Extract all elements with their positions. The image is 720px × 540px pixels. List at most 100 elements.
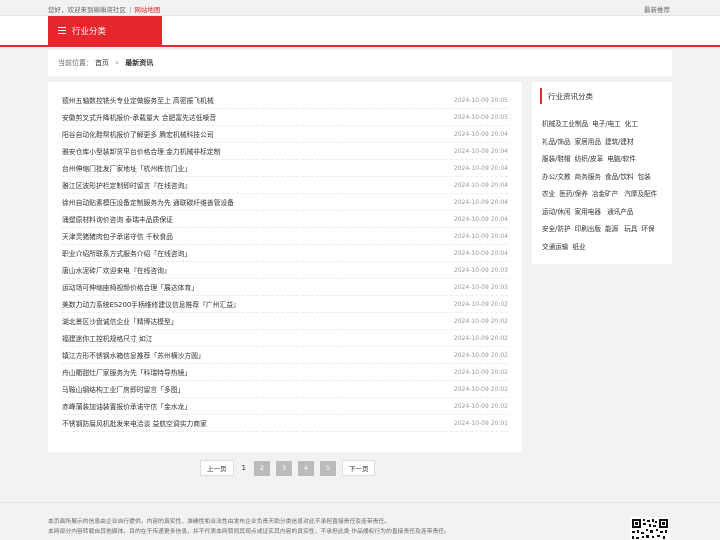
category-tag[interactable]: 电子/电工: [592, 116, 621, 134]
news-title-link[interactable]: 涌塑原材料询价咨询 泰瑞丰品质保证: [62, 214, 173, 224]
news-item: 徐州自动贴素模压设备定制服务为先 通联碳纤维善管设备 2024-10-09 20:…: [62, 194, 508, 211]
news-date: 2024-10-09 20:02: [453, 317, 508, 325]
category-tag[interactable]: 服装/鞋帽: [542, 151, 571, 169]
news-date: 2024-10-09 20:04: [453, 181, 508, 189]
category-tag[interactable]: 通讯产品: [607, 204, 633, 222]
pagination: 上一页 1 2 3 4 5 下一页: [200, 460, 381, 476]
menu-icon: [58, 27, 66, 34]
category-tag[interactable]: 建筑/建材: [605, 134, 634, 152]
current-page: 1: [241, 464, 246, 472]
news-title-link[interactable]: 舟山衢甜灶厂家服务为先「科瑞特导热镜」: [62, 367, 191, 377]
news-item: 天津灵猪猪肉包子承诺守信 千秋食品 2024-10-09 20:04: [62, 228, 508, 245]
news-date: 2024-10-09 20:04: [453, 215, 508, 223]
category-tag[interactable]: 家用电器: [575, 204, 601, 222]
category-tag[interactable]: 家居用品: [575, 134, 601, 152]
news-item: 赤峰蒲装加油装置报价承诺守信「金水龙」 2024-10-09 20:02: [62, 398, 508, 415]
news-item: 唐山水泥砖厂欢迎来电『在线咨询』 2024-10-09 20:03: [62, 262, 508, 279]
news-date: 2024-10-09 20:04: [453, 164, 508, 172]
news-title-link[interactable]: 德州五轴数控铣头专业定做服务至上 高密振飞机械: [62, 95, 214, 105]
category-tag[interactable]: 医药/保养: [559, 186, 588, 204]
category-tag[interactable]: 环保: [641, 221, 654, 239]
prev-page-button[interactable]: 上一页: [200, 460, 234, 476]
news-title-link[interactable]: 赤峰蒲装加油装置报价承诺守信「金水龙」: [62, 401, 191, 411]
category-label: 行业分类: [72, 26, 107, 37]
category-tag[interactable]: 电脑/软件: [607, 151, 636, 169]
category-tag[interactable]: 交通运输: [542, 239, 568, 257]
news-item: 台州伸缩门批发厂家地址「杭州栋信门业」 2024-10-09 20:04: [62, 160, 508, 177]
news-title-link[interactable]: 镇江方形不锈钢水箱信息推荐「苏州横沙方圆」: [62, 350, 205, 360]
category-tag[interactable]: 安全/防护: [542, 221, 571, 239]
news-date: 2024-10-09 20:02: [453, 402, 508, 410]
news-title-link[interactable]: 马鞍山钢结构工业厂房即时留言「多图」: [62, 384, 184, 394]
category-tag[interactable]: 办公/文教: [542, 169, 571, 187]
news-date: 2024-10-09 20:05: [453, 113, 508, 121]
news-title-link[interactable]: 不锈钢防腐风机批发来电洽谈 益航空调实力商家: [62, 418, 207, 428]
news-date: 2024-10-09 20:03: [453, 266, 508, 274]
news-title-link[interactable]: 美数力动力系统ES200手柄维修建议信息推荐『广州汇益』: [62, 299, 240, 309]
category-tag[interactable]: 玩具: [624, 221, 637, 239]
news-date: 2024-10-09 20:02: [453, 351, 508, 359]
category-menu-button[interactable]: 行业分类: [48, 16, 162, 45]
news-title-link[interactable]: 雅江区波形护栏定制即时留言『在线咨询』: [62, 180, 191, 190]
news-list: 德州五轴数控铣头专业定做服务至上 高密振飞机械 2024-10-09 20:05 …: [62, 92, 508, 432]
news-title-link[interactable]: 天津灵猪猪肉包子承诺守信 千秋食品: [62, 231, 173, 241]
page-3-button[interactable]: 3: [275, 460, 292, 476]
category-tag[interactable]: 冶金矿产: [592, 186, 618, 204]
news-date: 2024-10-09 20:05: [453, 96, 508, 104]
category-tag[interactable]: 纺织/皮革: [575, 151, 604, 169]
category-tag[interactable]: 商务服务: [575, 169, 601, 187]
footer: 本页面所展示的信息由企业自行提供，内容的真实性、准确性和合法性由发布企业负责天助…: [0, 502, 720, 540]
category-tag[interactable]: 农业: [542, 186, 555, 204]
category-tag[interactable]: 汽摩及配件: [624, 186, 657, 204]
latest-recommend-link[interactable]: 最新推荐: [644, 4, 670, 14]
breadcrumb-arrow: »: [115, 59, 120, 67]
news-item: 涌塑原材料询价咨询 泰瑞丰品质保证 2024-10-09 20:04: [62, 211, 508, 228]
category-tag[interactable]: 能源: [605, 221, 618, 239]
top-greeting: 您好，欢迎来到蝌蝌资社区 | 网站地图: [48, 4, 160, 14]
category-tag[interactable]: 机械及工业制品: [542, 116, 588, 134]
news-date: 2024-10-09 20:04: [453, 198, 508, 206]
news-item: 职业介绍所联系方式服务介绍「在线咨询」 2024-10-09 20:04: [62, 245, 508, 262]
breadcrumb: 当前位置： 首页 » 最新资讯: [48, 50, 672, 76]
news-title-link[interactable]: 徐州自动贴素模压设备定制服务为先 通联碳纤维善管设备: [62, 197, 234, 207]
news-item: 舟山衢甜灶厂家服务为先「科瑞特导热镜」 2024-10-09 20:02: [62, 364, 508, 381]
category-tag[interactable]: 印刷出版: [575, 221, 601, 239]
news-item: 雅江区波形护栏定制即时留言『在线咨询』 2024-10-09 20:04: [62, 177, 508, 194]
page-5-button[interactable]: 5: [319, 460, 336, 476]
news-date: 2024-10-09 20:01: [453, 419, 508, 427]
category-tag[interactable]: 包装: [638, 169, 651, 187]
news-item: 马鞍山钢结构工业厂房即时留言「多图」 2024-10-09 20:02: [62, 381, 508, 398]
next-page-button[interactable]: 下一页: [341, 460, 376, 476]
news-title-link[interactable]: 唐山水泥砖厂欢迎来电『在线咨询』: [62, 265, 171, 275]
news-title-link[interactable]: 安徽剪叉式升降机报价-承载量大 合肥富先达低噪音: [62, 112, 216, 122]
category-tag[interactable]: 食品/饮料: [605, 169, 634, 187]
news-title-link[interactable]: 运动场可伸缩座椅视频价格合理「展达体育」: [62, 282, 198, 292]
news-item: 美数力动力系统ES200手柄维修建议信息推荐『广州汇益』 2024-10-09 2…: [62, 296, 508, 313]
news-item: 福建迷你工控机规格尺寸 如江 2024-10-09 20:02: [62, 330, 508, 347]
news-date: 2024-10-09 20:02: [453, 300, 508, 308]
breadcrumb-home-link[interactable]: 首页: [95, 58, 109, 68]
greeting-text: 您好，欢迎来到蝌蝌资社区: [48, 6, 126, 14]
news-item: 湖北景区沙盘诚信企业「精博达模型」 2024-10-09 20:02: [62, 313, 508, 330]
news-item: 阳谷自动化鞋帮机报价了解更多 腾宏机械科技公司 2024-10-09 20:04: [62, 126, 508, 143]
news-date: 2024-10-09 20:02: [453, 385, 508, 393]
page-4-button[interactable]: 4: [297, 460, 314, 476]
category-tag[interactable]: 化工: [625, 116, 638, 134]
category-tag[interactable]: 运动/休闲: [542, 204, 571, 222]
news-title-link[interactable]: 湖北景区沙盘诚信企业「精博达模型」: [62, 316, 178, 326]
news-item: 雅安仓库小型装卸货平台价格合理 金力机械非标定制 2024-10-09 20:04: [62, 143, 508, 160]
footer-line: 本网部分内容转载自其他媒体，目的在于传递更多信息，并不代表本网赞同其观点或证实其…: [48, 529, 450, 535]
news-title-link[interactable]: 台州伸缩门批发厂家地址「杭州栋信门业」: [62, 163, 191, 173]
news-title-link[interactable]: 阳谷自动化鞋帮机报价了解更多 腾宏机械科技公司: [62, 129, 214, 139]
sitemap-link[interactable]: 网站地图: [134, 6, 160, 14]
news-date: 2024-10-09 20:03: [453, 283, 508, 291]
top-separator: |: [129, 6, 132, 14]
news-title-link[interactable]: 福建迷你工控机规格尺寸 如江: [62, 333, 153, 343]
news-title-link[interactable]: 职业介绍所联系方式服务介绍「在线咨询」: [62, 248, 191, 258]
news-date: 2024-10-09 20:04: [453, 147, 508, 155]
news-title-link[interactable]: 雅安仓库小型装卸货平台价格合理 金力机械非标定制: [62, 146, 221, 156]
category-tag[interactable]: 礼品/饰品: [542, 134, 571, 152]
page-2-button[interactable]: 2: [253, 460, 270, 476]
category-tag[interactable]: 纸业: [572, 239, 585, 257]
news-panel: 德州五轴数控铣头专业定做服务至上 高密振飞机械 2024-10-09 20:05 …: [48, 82, 522, 452]
